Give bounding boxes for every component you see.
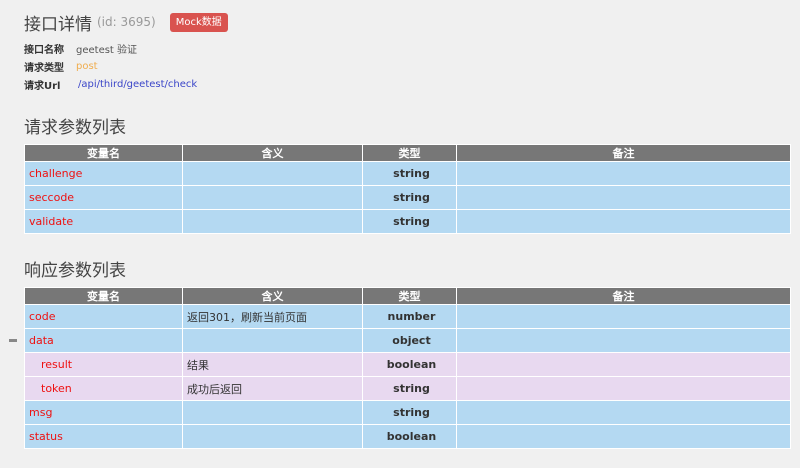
param-name: data <box>24 328 183 353</box>
mock-data-button[interactable]: Mock数据 <box>169 12 228 32</box>
param-meaning <box>182 161 363 186</box>
info-name-row: 接口名称 geetest 验证 <box>24 41 137 56</box>
param-note <box>456 400 791 425</box>
param-name: result <box>24 352 183 377</box>
name-label: 接口名称 <box>24 45 64 56</box>
param-type: string <box>362 185 457 210</box>
param-name: validate <box>24 209 183 234</box>
url-label: 请求Url <box>24 81 61 92</box>
param-note <box>456 161 791 186</box>
param-name: seccode <box>24 185 183 210</box>
param-note <box>456 209 791 234</box>
param-meaning: 结果 <box>182 352 363 377</box>
param-note <box>456 185 791 210</box>
param-type: boolean <box>362 424 457 449</box>
page-title: 接口详情 <box>24 14 92 35</box>
col-header-name: 变量名 <box>24 287 183 305</box>
param-name: token <box>24 376 183 401</box>
table-row: status boolean <box>24 424 791 449</box>
info-url-row: 请求Url /api/third/geetest/check <box>24 77 197 92</box>
table-row: validate string <box>24 209 791 234</box>
param-note <box>456 424 791 449</box>
param-type: object <box>362 328 457 353</box>
interface-detail-page: 接口详情 (id: 3695) Mock数据 接口名称 geetest 验证 请… <box>0 0 800 468</box>
table-header-row: 变量名 含义 类型 备注 <box>24 287 791 305</box>
param-note <box>456 376 791 401</box>
info-method-row: 请求类型 post <box>24 59 98 74</box>
param-name: code <box>24 304 183 329</box>
url-value[interactable]: /api/third/geetest/check <box>78 79 197 90</box>
col-header-name: 变量名 <box>24 144 183 162</box>
param-type: string <box>362 400 457 425</box>
col-header-type: 类型 <box>362 287 457 305</box>
table-row-expandable[interactable]: data object <box>24 328 791 353</box>
param-name: challenge <box>24 161 183 186</box>
param-meaning <box>182 209 363 234</box>
table-row: msg string <box>24 400 791 425</box>
table-header-row: 变量名 含义 类型 备注 <box>24 144 791 162</box>
param-type: boolean <box>362 352 457 377</box>
param-meaning: 成功后返回 <box>182 376 363 401</box>
param-type: number <box>362 304 457 329</box>
table-row: challenge string <box>24 161 791 186</box>
title-row: 接口详情 (id: 3695) Mock数据 <box>24 10 228 35</box>
param-meaning <box>182 424 363 449</box>
table-row: seccode string <box>24 185 791 210</box>
param-meaning <box>182 328 363 353</box>
interface-id: (id: 3695) <box>97 15 156 29</box>
param-note <box>456 328 791 353</box>
request-params-title: 请求参数列表 <box>24 118 126 138</box>
param-meaning: 返回301，刷新当前页面 <box>182 304 363 329</box>
request-params-table: 变量名 含义 类型 备注 challenge string seccode st… <box>24 144 791 234</box>
collapse-minus-icon[interactable] <box>9 339 17 342</box>
name-value: geetest 验证 <box>76 45 138 56</box>
method-value: post <box>76 61 98 72</box>
param-type: string <box>362 376 457 401</box>
table-row-child: token 成功后返回 string <box>24 376 791 401</box>
param-name: msg <box>24 400 183 425</box>
method-label: 请求类型 <box>24 63 64 74</box>
col-header-note: 备注 <box>456 144 791 162</box>
param-type: string <box>362 209 457 234</box>
response-params-title: 响应参数列表 <box>24 261 126 281</box>
param-note <box>456 304 791 329</box>
param-note <box>456 352 791 377</box>
response-params-table: 变量名 含义 类型 备注 code 返回301，刷新当前页面 number da… <box>24 287 791 449</box>
param-meaning <box>182 185 363 210</box>
col-header-meaning: 含义 <box>182 287 363 305</box>
col-header-note: 备注 <box>456 287 791 305</box>
param-name: status <box>24 424 183 449</box>
table-row: code 返回301，刷新当前页面 number <box>24 304 791 329</box>
param-type: string <box>362 161 457 186</box>
table-row-child: result 结果 boolean <box>24 352 791 377</box>
param-meaning <box>182 400 363 425</box>
col-header-type: 类型 <box>362 144 457 162</box>
col-header-meaning: 含义 <box>182 144 363 162</box>
